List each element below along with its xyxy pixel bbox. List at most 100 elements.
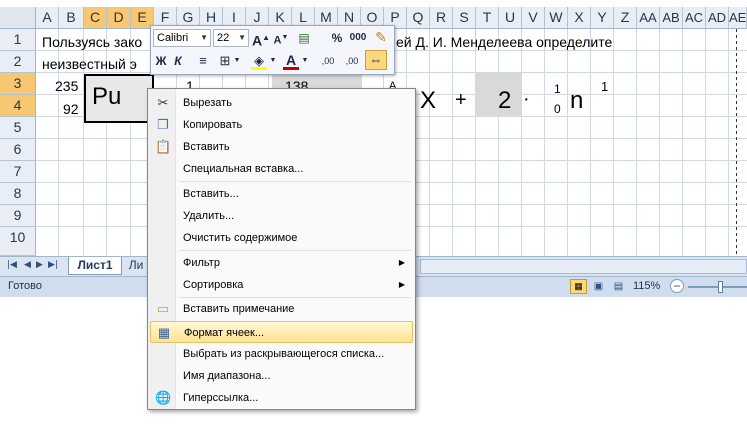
- menu-item-name-range[interactable]: Имя диапазона...: [150, 365, 413, 387]
- col-header-AB[interactable]: AB: [660, 7, 683, 29]
- row-header-9[interactable]: 9: [0, 205, 36, 227]
- col-header-D[interactable]: D: [107, 7, 131, 29]
- tab-prev-icon[interactable]: ◀: [24, 260, 31, 270]
- font-size-combo[interactable]: 22 ▼: [213, 29, 249, 47]
- menu-item-paste[interactable]: 📋 Вставить: [150, 136, 413, 158]
- thousands-button[interactable]: 000: [347, 29, 369, 47]
- neutron-charge: 0: [554, 102, 561, 116]
- grow-font-icon[interactable]: A▲: [252, 29, 270, 49]
- menu-item-insert-comment[interactable]: ▭ Вставить примечание: [150, 298, 413, 320]
- cell-a1-text[interactable]: Пользуясь зако: [42, 34, 142, 50]
- element-symbol: Pu: [92, 83, 122, 110]
- menu-item-clear-contents[interactable]: Очистить содержимое: [150, 227, 413, 249]
- percent-button[interactable]: %: [330, 29, 344, 47]
- increase-decimal-button[interactable]: ,00: [317, 52, 339, 70]
- align-center-icon[interactable]: ≡: [195, 52, 211, 70]
- atomic-number-cell[interactable]: 92: [63, 101, 79, 117]
- page-layout-icon[interactable]: ▣: [590, 279, 607, 294]
- menu-item-format-cells-label: Формат ячеек...: [184, 327, 265, 339]
- dropdown-arrow-icon[interactable]: ▼: [233, 52, 241, 70]
- cell-a2-text[interactable]: неизвестный э: [42, 56, 137, 72]
- status-ready: Готово: [8, 280, 42, 292]
- menu-item-copy[interactable]: ❐ Копировать: [150, 114, 413, 136]
- row-header-4[interactable]: 4: [0, 95, 36, 117]
- menu-item-clear-contents-label: Очистить содержимое: [183, 232, 298, 244]
- col-header-T[interactable]: T: [476, 7, 499, 29]
- x-symbol: X: [420, 87, 437, 114]
- col-header-X[interactable]: X: [568, 7, 591, 29]
- tab-next-icon[interactable]: ▶: [36, 260, 43, 270]
- hyperlink-icon: 🌐: [155, 390, 172, 405]
- col-header-Q[interactable]: Q: [407, 7, 430, 29]
- borders-icon[interactable]: ⊞: [217, 52, 233, 70]
- italic-button[interactable]: К: [171, 52, 185, 70]
- merge-cells-icon[interactable]: ⇔: [365, 50, 387, 70]
- tab-last-icon[interactable]: ▶|: [48, 260, 58, 270]
- col-header-Y[interactable]: Y: [591, 7, 614, 29]
- chevron-down-icon: ▼: [200, 33, 208, 42]
- select-all-corner[interactable]: [0, 7, 36, 29]
- menu-item-delete-label: Удалить...: [183, 210, 235, 222]
- page-break-preview-icon[interactable]: ▤: [610, 279, 627, 294]
- menu-item-sort[interactable]: Сортировка ▶: [150, 274, 413, 296]
- col-header-AA[interactable]: AA: [637, 7, 660, 29]
- col-header-AC[interactable]: AC: [683, 7, 706, 29]
- menu-item-filter-label: Фильтр: [183, 257, 220, 269]
- dropdown-arrow-icon[interactable]: ▼: [269, 52, 277, 70]
- menu-item-paste-label: Вставить: [183, 141, 230, 153]
- zoom-slider-thumb[interactable]: [718, 281, 723, 293]
- col-header-B[interactable]: B: [59, 7, 84, 29]
- row-header-5[interactable]: 5: [0, 117, 36, 139]
- row-header-1[interactable]: 1: [0, 29, 36, 51]
- neutron-symbol: n: [570, 87, 584, 114]
- horizontal-scrollbar[interactable]: [420, 259, 747, 274]
- menu-item-hyperlink[interactable]: 🌐 Гиперссылка...: [150, 387, 413, 409]
- chevron-down-icon: ▼: [238, 33, 246, 42]
- col-header-Z[interactable]: Z: [614, 7, 637, 29]
- row-header-2[interactable]: 2: [0, 51, 36, 73]
- plus-sign: +: [455, 89, 467, 111]
- tab-sheet2[interactable]: Ли: [124, 257, 148, 275]
- col-header-S[interactable]: S: [453, 7, 476, 29]
- row-header-3[interactable]: 3: [0, 73, 36, 95]
- col-header-V[interactable]: V: [522, 7, 545, 29]
- menu-item-filter[interactable]: Фильтр ▶: [150, 252, 413, 274]
- row-header-7[interactable]: 7: [0, 161, 36, 183]
- neutron-mass: 1: [554, 82, 561, 96]
- font-name-combo[interactable]: Calibri ▼: [153, 29, 211, 47]
- col-header-R[interactable]: R: [430, 7, 453, 29]
- decrease-decimal-button[interactable]: ,00: [341, 52, 363, 70]
- format-painter-icon[interactable]: ✎: [372, 28, 390, 46]
- font-color-icon[interactable]: A: [283, 52, 299, 70]
- menu-item-paste-special[interactable]: Специальная вставка...: [150, 158, 413, 180]
- col-header-U[interactable]: U: [499, 7, 522, 29]
- col-header-W[interactable]: W: [545, 7, 568, 29]
- menu-item-delete[interactable]: Удалить...: [150, 205, 413, 227]
- shrink-font-icon[interactable]: A▼: [272, 29, 290, 47]
- col-header-C[interactable]: C: [84, 7, 107, 29]
- zoom-out-icon[interactable]: −: [670, 279, 684, 293]
- menu-item-name-range-label: Имя диапазона...: [183, 370, 271, 382]
- fill-color-icon[interactable]: ◈: [251, 52, 267, 70]
- bold-button[interactable]: Ж: [154, 52, 168, 70]
- row-header-10[interactable]: 10: [0, 227, 36, 256]
- tab-sheet1[interactable]: Лист1: [68, 257, 122, 275]
- menu-item-pick-from-list[interactable]: Выбрать из раскрывающегося списка...: [150, 343, 413, 365]
- row-header-6[interactable]: 6: [0, 139, 36, 161]
- col-header-AE[interactable]: AE: [729, 7, 747, 29]
- dropdown-arrow-icon[interactable]: ▼: [301, 52, 309, 70]
- col-header-A[interactable]: A: [36, 7, 59, 29]
- currency-format-icon[interactable]: ▤: [294, 29, 314, 47]
- tab-first-icon[interactable]: |◀: [7, 260, 17, 270]
- submenu-arrow-icon: ▶: [398, 258, 405, 267]
- cell-r1-text[interactable]: ей Д. И. Менделеева определите: [396, 34, 612, 50]
- neutron-superscript: 1: [601, 79, 609, 94]
- menu-item-format-cells[interactable]: ▦ Формат ячеек...: [150, 321, 413, 343]
- zoom-level[interactable]: 115%: [633, 280, 660, 292]
- mass-number-cell[interactable]: 235: [55, 78, 78, 94]
- menu-item-cut[interactable]: ✂ Вырезать: [150, 92, 413, 114]
- menu-item-insert[interactable]: Вставить...: [150, 183, 413, 205]
- normal-view-icon[interactable]: ▦: [570, 279, 587, 294]
- row-header-8[interactable]: 8: [0, 183, 36, 205]
- col-header-AD[interactable]: AD: [706, 7, 729, 29]
